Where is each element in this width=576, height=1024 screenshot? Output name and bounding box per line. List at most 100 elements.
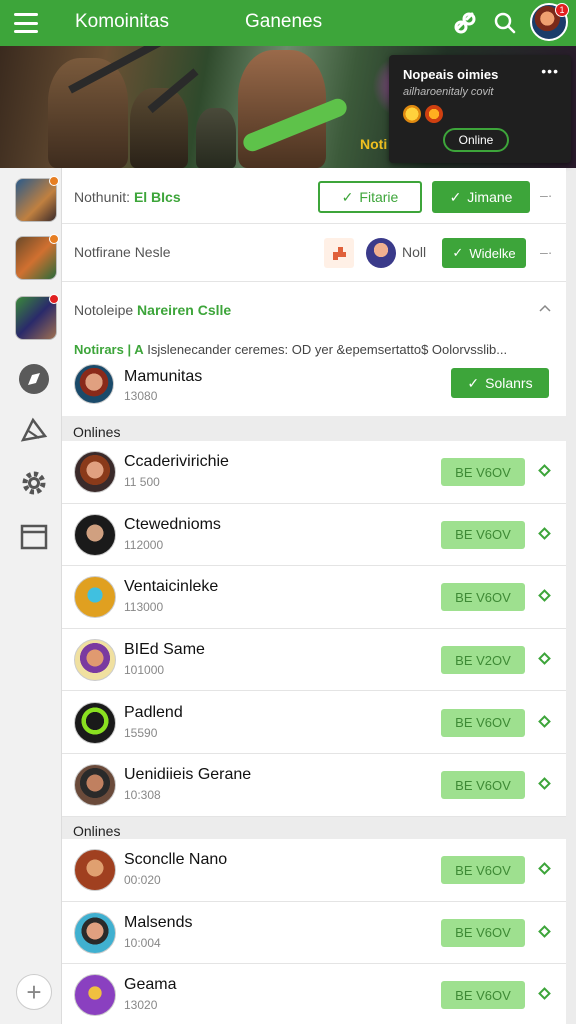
plus-icon[interactable]: + xyxy=(16,974,52,1010)
avatar[interactable] xyxy=(74,701,116,744)
section-header: Onlines xyxy=(73,424,121,440)
follow-button[interactable]: BE V6OV xyxy=(441,981,525,1010)
item-count: 00:020 xyxy=(124,873,161,888)
online-list-2: Sconclle Nano 00:020 BE V6OV Malsends 10:004… xyxy=(62,839,566,1024)
check-icon: ✓ xyxy=(452,245,464,260)
dash-icon[interactable]: –· xyxy=(540,187,552,203)
list-item[interactable]: Geama 13020 BE V6OV xyxy=(62,964,566,1024)
row-label-text: Notoleipe xyxy=(74,302,134,318)
list-item[interactable]: Padlend 15590 BE V6OV xyxy=(62,691,566,754)
check-icon: ✓ xyxy=(467,374,480,391)
diamond-icon[interactable] xyxy=(538,777,551,791)
item-name: Ctewednioms xyxy=(124,515,221,533)
list-item[interactable]: Uenidiieis Gerane 10:308 BE V6OV xyxy=(62,754,566,817)
profile-avatar[interactable]: 1 xyxy=(530,3,569,41)
item-count: 113000 xyxy=(124,600,164,615)
gear-icon[interactable] xyxy=(17,466,51,500)
follow-button[interactable]: BE V2OV xyxy=(441,646,525,675)
item-count: 10:308 xyxy=(124,788,161,803)
diamond-icon[interactable] xyxy=(538,589,551,603)
hamburger-icon[interactable] xyxy=(14,13,38,33)
avatar[interactable] xyxy=(74,639,116,682)
follow-button[interactable]: BE V6OV xyxy=(441,708,525,737)
filter-button[interactable]: ✓ Fitarie xyxy=(318,181,422,213)
search-icon[interactable] xyxy=(491,9,519,37)
list-item[interactable]: Ccaderivirichie 11 500 BE V6OV xyxy=(62,441,566,504)
row-label: Nothunit: El BIcs xyxy=(74,189,181,205)
item-name: BIEd Same xyxy=(124,641,205,659)
mini-avatar[interactable] xyxy=(366,238,396,268)
avatar[interactable] xyxy=(74,513,116,556)
list-item[interactable]: Sconclle Nano 00:020 BE V6OV xyxy=(62,839,566,902)
tab-games[interactable]: Ganenes xyxy=(245,11,322,33)
notification-popup[interactable]: Nopeais oimies ••• ailharoenitaly covit … xyxy=(389,55,571,163)
list-item[interactable]: Ventaicinleke 113000 BE V6OV xyxy=(62,566,566,629)
diamond-icon[interactable] xyxy=(538,527,551,540)
follow-button[interactable]: BE V6OV xyxy=(441,918,525,947)
row-label-highlight: Nareiren Cslle xyxy=(137,302,232,318)
join-button-label: Jimane xyxy=(467,189,513,205)
diamond-icon[interactable] xyxy=(538,862,551,876)
join-community-button[interactable]: ✓ Solanrs xyxy=(451,368,549,398)
widelke-button-label: Widelke xyxy=(469,245,516,261)
follow-button[interactable]: BE V6OV xyxy=(441,771,525,800)
notification-dot xyxy=(49,294,59,304)
diamond-icon[interactable] xyxy=(538,925,551,938)
avatar[interactable] xyxy=(74,911,116,954)
link-icon[interactable] xyxy=(451,9,479,37)
list-item[interactable]: BIEd Same 101000 BE V2OV xyxy=(62,629,566,692)
avatar[interactable] xyxy=(74,364,114,404)
community-count: 13080 xyxy=(124,389,158,403)
window-icon[interactable] xyxy=(17,520,51,554)
item-name: Malsends xyxy=(124,913,193,931)
follow-button[interactable]: BE V6OV xyxy=(441,458,525,487)
more-options-icon[interactable]: ••• xyxy=(541,63,559,79)
join-button[interactable]: ✓ Jimane xyxy=(432,181,530,213)
list-item[interactable]: Malsends 10:004 BE V6OV xyxy=(62,902,566,965)
announcement-body: Isjslenecander ceremes: OD yer &epemsert… xyxy=(147,342,508,357)
widelke-button[interactable]: ✓ Widelke xyxy=(442,238,526,268)
avatar[interactable] xyxy=(74,451,116,494)
filter-button-label: Fitarie xyxy=(359,189,399,205)
rail-game-3[interactable] xyxy=(15,294,59,340)
fire-emoji-icon xyxy=(425,105,443,123)
puzzle-icon[interactable] xyxy=(324,238,354,268)
chevron-up-icon[interactable] xyxy=(538,300,552,316)
list-item[interactable]: Ctewednioms 112000 BE V6OV xyxy=(62,504,566,567)
item-name: Padlend xyxy=(124,703,183,721)
item-count: 11 500 xyxy=(124,475,160,490)
emoji-icon xyxy=(403,105,421,123)
follow-button[interactable]: BE V6OV xyxy=(441,520,525,549)
diamond-icon[interactable] xyxy=(538,652,551,665)
online-button[interactable]: Online xyxy=(443,128,509,152)
notification-badge: 1 xyxy=(555,3,569,17)
popup-subtitle: ailharoenitaly covit xyxy=(403,86,494,98)
avatar[interactable] xyxy=(74,849,116,892)
item-count: 13020 xyxy=(124,998,158,1013)
list-row: Notfirane Nesle Noll ✓ Widelke –· xyxy=(62,224,566,282)
diamond-icon[interactable] xyxy=(538,987,551,1001)
item-name: Geama xyxy=(124,976,177,994)
item-count: 10:004 xyxy=(124,935,161,950)
avatar[interactable] xyxy=(74,974,116,1017)
popup-title: Nopeais oimies xyxy=(403,67,499,82)
rail-game-2[interactable] xyxy=(15,234,59,280)
kite-icon[interactable] xyxy=(17,414,51,448)
diamond-icon[interactable] xyxy=(538,464,551,478)
follow-button[interactable]: BE V6OV xyxy=(441,583,525,612)
row-label: Notfirane Nesle xyxy=(74,244,171,260)
left-rail: + xyxy=(0,168,62,1024)
avatar[interactable] xyxy=(74,576,116,619)
avatar[interactable] xyxy=(74,764,116,807)
dash-icon[interactable]: –· xyxy=(540,244,552,260)
follow-button[interactable]: BE V6OV xyxy=(441,856,525,885)
notification-dot xyxy=(49,234,59,244)
tab-communities[interactable]: Komoinitas xyxy=(75,11,169,33)
diamond-icon[interactable] xyxy=(538,714,551,728)
top-app-bar: Komoinitas Ganenes 1 xyxy=(0,0,576,46)
announcement-text: Notirars | A Isjslenecander ceremes: OD … xyxy=(74,342,562,357)
rail-game-1[interactable] xyxy=(15,176,59,222)
row-label: Notoleipe Nareiren Cslle xyxy=(74,302,231,318)
row-label-highlight: El BIcs xyxy=(133,189,181,205)
compass-icon[interactable] xyxy=(17,362,51,396)
